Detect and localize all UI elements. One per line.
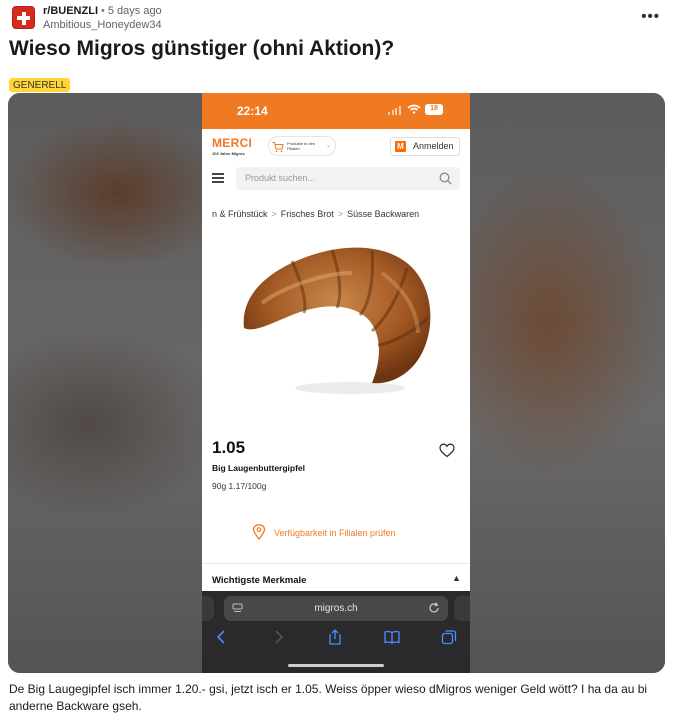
product-quantity: 90g 1.17/100g [212,481,267,491]
merci-logo-subtitle: 100 Jahre Migros [212,151,245,156]
location-pin-icon [252,524,266,540]
post-header: r/BUENZLI • 5 days ago Ambitious_Honeydew3… [12,4,668,34]
store-selector-label: Produkte in den Filialen [287,141,316,151]
url-text: migros.ch [314,603,358,614]
battery-icon: 18 [425,104,443,115]
hamburger-menu-icon [212,173,224,183]
forward-icon [275,630,284,644]
heart-icon [439,443,455,458]
subreddit-avatar-swiss-flag-icon[interactable] [12,6,35,29]
merci-logo: MERCI [212,136,253,150]
croissant-product-image [243,247,431,394]
cart-icon [272,142,284,153]
breadcrumb: n & Frühstück > Frisches Brot > Süsse Backwa… [212,209,419,219]
migros-m-icon: M [395,141,406,152]
availability-label: Verfügbarkeit in Filialen prüfen [274,528,396,538]
reload-icon [429,602,439,613]
tabs-icon [441,630,457,645]
post-flair[interactable]: GENERELL [9,78,71,92]
breadcrumb-separator: > [271,209,277,219]
breadcrumb-item: Süsse Backwaren [347,209,420,219]
store-selector: Produkte in den Filialen ⌄ [268,136,336,156]
subreddit-name[interactable]: r/BUENZLI [43,5,98,17]
product-price: 1.05 [212,438,246,457]
login-label: Anmelden [413,141,454,151]
address-bar: migros.ch [224,596,448,621]
more-options-button[interactable]: ••• [641,8,660,25]
search-placeholder: Produkt suchen... [245,173,316,183]
safari-toolbar: migros.ch [202,591,470,673]
separator-dot: • [101,5,105,17]
post-media-image[interactable]: 22:14 18 MERCI 100 Jahre Migros Produkte… [8,93,665,673]
breadcrumb-separator: > [337,209,344,219]
search-icon [439,172,452,185]
product-name: Big Laugenbuttergipfel [212,463,306,473]
previous-tab-preview [202,596,214,621]
post-body-text: De Big Laugegipfel isch immer 1.20.- gsi… [9,682,648,713]
subreddit-line: r/BUENZLI • 5 days ago [43,5,162,18]
safari-nav-row [202,629,470,649]
search-input: Produkt suchen... [236,167,460,190]
post-author[interactable]: Ambitious_Honeydew34 [43,19,162,31]
back-icon [216,630,225,644]
bookmarks-icon [384,630,400,644]
status-time: 22:14 [237,104,268,118]
breadcrumb-item: Frisches Brot [280,209,334,219]
divider [202,563,470,564]
breadcrumb-item: n & Frühstück [212,209,268,219]
chevron-down-icon: ⌄ [325,143,331,149]
features-heading: Wichtigste Merkmale [212,575,307,586]
login-button: M Anmelden [390,137,460,156]
next-tab-preview [454,596,470,621]
home-indicator [288,664,384,667]
post-time: 5 days ago [107,5,162,17]
chevron-up-icon: ▲ [452,573,461,583]
share-icon [329,629,341,645]
phone-screenshot: 22:14 18 MERCI 100 Jahre Migros Produkte… [202,93,470,673]
wifi-icon [407,104,421,114]
phone-status-bar: 22:14 18 [202,93,470,129]
app-header: MERCI 100 Jahre Migros Produkte in den F… [202,129,470,165]
signal-icon [388,106,402,115]
status-icons: 18 [388,104,448,116]
post-title[interactable]: Wieso Migros günstiger (ohni Aktion)? [9,37,394,61]
